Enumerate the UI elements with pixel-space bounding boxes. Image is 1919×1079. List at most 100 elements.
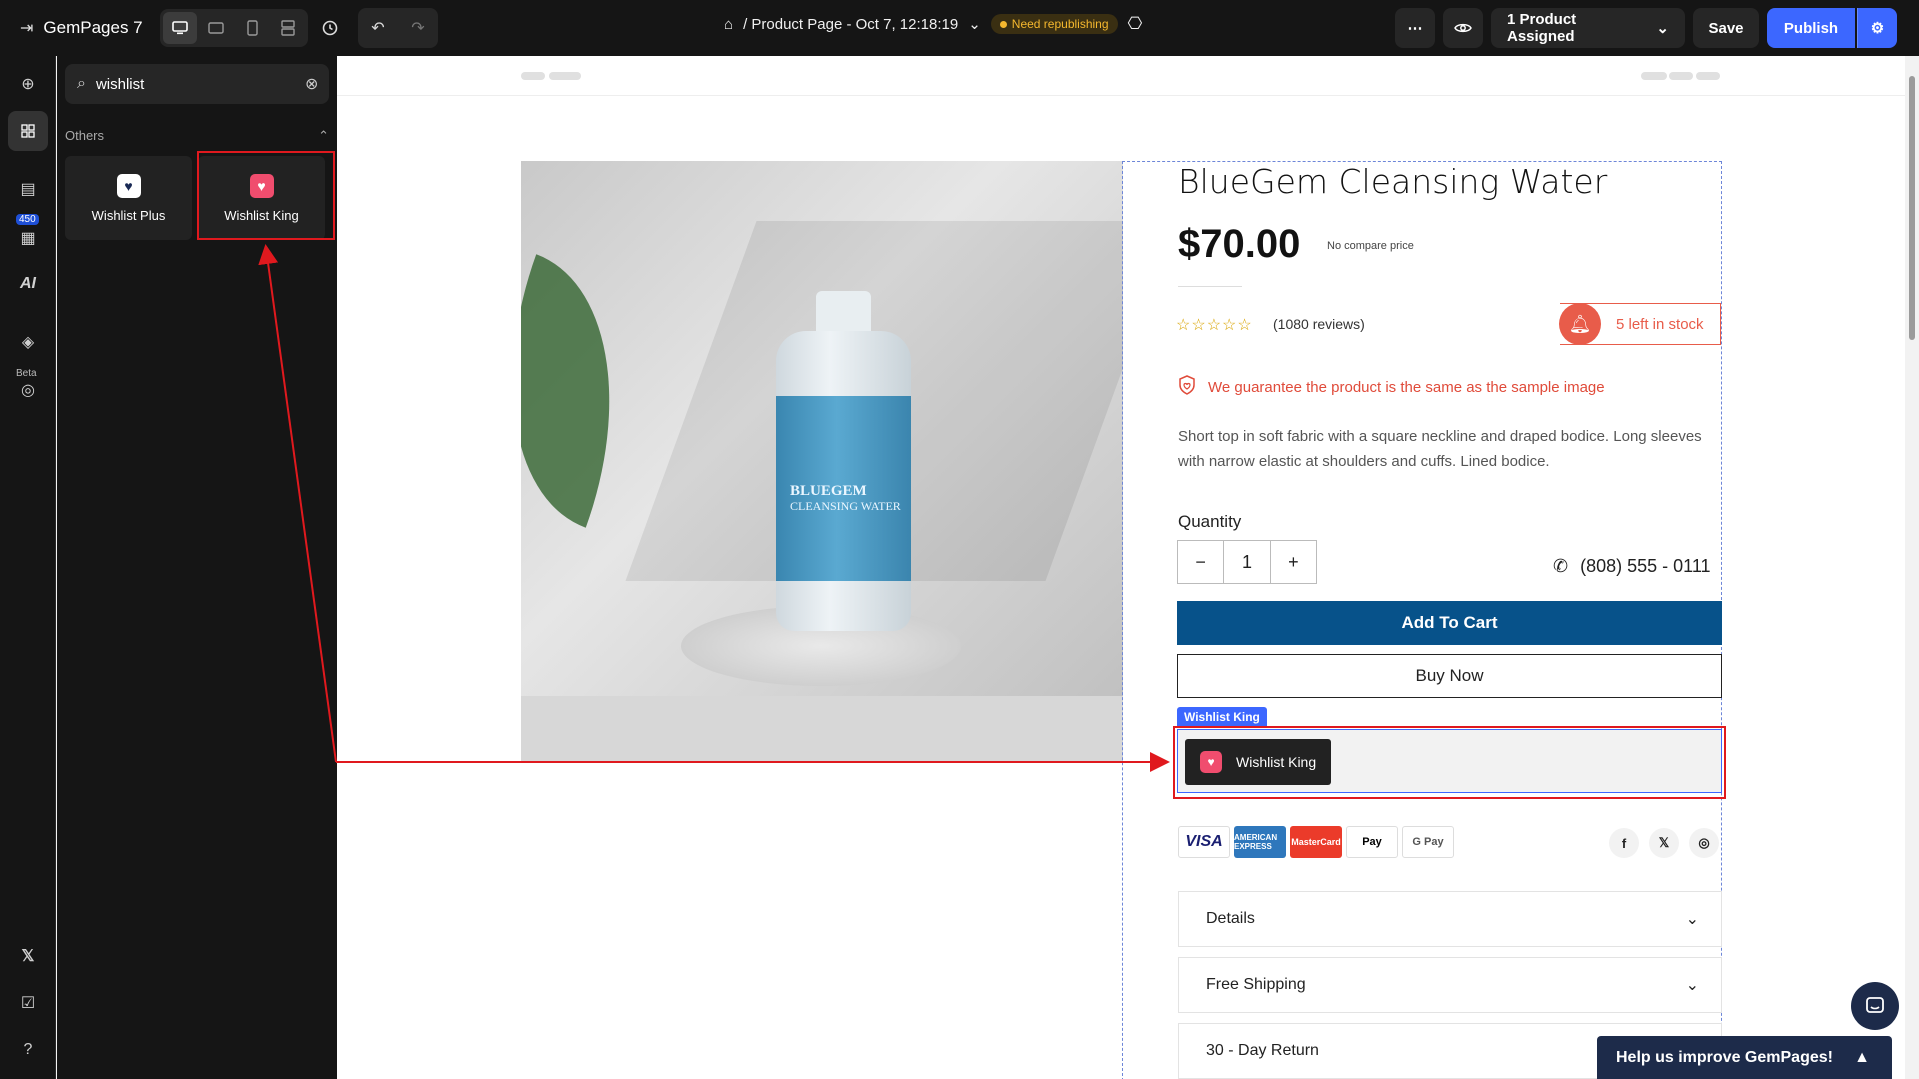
feedback-bar[interactable]: Help us improve GemPages! ▲ (1597, 1036, 1892, 1079)
publish-settings-gear-icon[interactable]: ⚙ (1857, 8, 1897, 48)
leaf-shape (521, 254, 668, 528)
page-title-area[interactable]: ⌂ / Product Page - Oct 7, 12:18:19 ⌄ Nee… (724, 14, 1142, 34)
redo-icon[interactable]: ↷ (398, 8, 438, 48)
accordion-title: 30 - Day Return (1206, 1042, 1319, 1059)
search-icon: ⌕ (77, 75, 86, 92)
mastercard-icon: MasterCard (1290, 826, 1342, 858)
x-icon[interactable]: 𝕏 (8, 936, 48, 976)
toolbar-actions: ⋯ 1 Product Assigned ⌄ Save Publish ⚙ (1395, 8, 1919, 48)
search-input[interactable] (95, 75, 295, 93)
help-icon[interactable]: ? (8, 1030, 48, 1070)
product-assigned-dropdown[interactable]: 1 Product Assigned ⌄ (1491, 8, 1685, 48)
ai-icon[interactable]: AI (8, 264, 48, 304)
floor-shape (521, 696, 1123, 761)
accordion-free-shipping[interactable]: Free Shipping ⌄ (1178, 957, 1722, 1013)
tablet-landscape-icon[interactable] (199, 12, 233, 44)
add-element-icon[interactable]: ⊕ (8, 64, 48, 104)
chevron-down-icon: ⌄ (1685, 911, 1699, 928)
layers-icon[interactable]: ◈ (8, 322, 48, 362)
bell-icon: 🔔︎ (1559, 303, 1601, 345)
add-to-cart-button[interactable]: Add To Cart (1177, 601, 1722, 645)
left-rail: ⊕ ▤ 450 ▦ AI ◈ Beta ◎ 𝕏 ☑ ? (0, 56, 56, 1079)
breadcrumb-pill (549, 72, 581, 80)
chat-launcher-icon[interactable] (1851, 982, 1899, 1030)
phone-number: (808) 555 - 0111 (1580, 556, 1711, 576)
buy-now-button[interactable]: Buy Now (1177, 654, 1722, 698)
checklist-icon[interactable]: ☑ (8, 983, 48, 1023)
bottle-shape: BLUEGEM CLEANSING WATER (776, 331, 911, 631)
shield-icon (1178, 375, 1196, 399)
heart-icon: ♥ (116, 173, 141, 198)
increase-button[interactable]: + (1271, 541, 1316, 583)
instagram-icon[interactable]: ◎ (1689, 828, 1719, 858)
undo-icon[interactable]: ↶ (358, 8, 398, 48)
selected-element-tag: Wishlist King (1177, 707, 1267, 727)
header-divider (337, 95, 1905, 96)
exit-icon[interactable]: ⇥ (20, 18, 33, 38)
stock-counter: 🔔︎ 5 left in stock (1559, 303, 1721, 345)
google-pay-icon: G Pay (1402, 826, 1454, 858)
undo-redo-group: ↶ ↷ (358, 8, 438, 48)
divider (1178, 286, 1242, 287)
preview-eye-icon[interactable] (1443, 8, 1483, 48)
desktop-icon[interactable] (163, 12, 197, 44)
app-logo[interactable]: ⇥ GemPages 7 (0, 18, 156, 38)
product-description: Short top in soft fabric with a square n… (1178, 428, 1702, 470)
quantity-value[interactable]: 1 (1224, 541, 1271, 583)
top-bar: ⇥ GemPages 7 ↶ ↷ ⌂ / Product Page - Oct … (0, 0, 1919, 56)
nav-pill (1696, 72, 1720, 80)
page-title[interactable]: / Product Page - Oct 7, 12:18:19 (743, 16, 958, 33)
nav-pill (1669, 72, 1693, 80)
elements-grid-icon[interactable] (8, 111, 48, 151)
product-price[interactable]: $70.00 (1178, 222, 1300, 267)
bottle-label: BLUEGEM CLEANSING WATER (776, 396, 911, 581)
chevron-down-icon: ⌄ (1656, 20, 1669, 37)
scrollbar-thumb[interactable] (1909, 76, 1915, 340)
clear-search-icon[interactable]: ⊗ (305, 74, 318, 94)
element-wishlist-plus[interactable]: ♥ Wishlist Plus (65, 156, 192, 240)
guarantee-text: We guarantee the product is the same as … (1208, 378, 1605, 396)
more-options-button[interactable]: ⋯ (1395, 8, 1435, 48)
guarantee-row: We guarantee the product is the same as … (1178, 375, 1605, 399)
breadcrumb-pill (521, 72, 545, 80)
payment-icons: VISA AMERICAN EXPRESS MasterCard Pay G P… (1178, 826, 1454, 858)
apple-pay-icon: Pay (1346, 826, 1398, 858)
publish-button[interactable]: Publish (1767, 8, 1855, 48)
element-label: Wishlist Plus (91, 207, 166, 223)
pages-icon[interactable]: ▤ (8, 169, 48, 209)
social-icons: f 𝕏 ◎ (1609, 828, 1719, 858)
chevron-up-icon[interactable]: ⌃ (318, 128, 329, 144)
phone-row: ✆ (808) 555 - 0111 (1553, 556, 1711, 577)
ai-brain-icon[interactable]: ⎔ (1128, 14, 1143, 34)
feedback-text: Help us improve GemPages! (1616, 1048, 1833, 1066)
history-icon[interactable] (312, 10, 348, 46)
app-name: GemPages 7 (43, 18, 143, 37)
status-badge: Need republishing (990, 14, 1118, 34)
twitter-icon[interactable]: 𝕏 (1649, 828, 1679, 858)
mobile-icon[interactable] (235, 12, 269, 44)
save-button[interactable]: Save (1693, 8, 1759, 48)
theme-settings-icon[interactable]: ◎ (8, 370, 48, 410)
highlight-box (1173, 726, 1726, 799)
search-box: ⌕ ⊗ (65, 64, 329, 104)
amex-icon: AMERICAN EXPRESS (1234, 826, 1286, 858)
quantity-stepper: − 1 + (1177, 540, 1317, 584)
decrease-button[interactable]: − (1178, 541, 1225, 583)
library-icon[interactable]: ▦ (8, 218, 48, 258)
star-rating: ☆☆☆☆☆ (1176, 317, 1253, 334)
facebook-icon[interactable]: f (1609, 828, 1639, 858)
nav-pill (1641, 72, 1667, 80)
highlight-box (197, 151, 335, 240)
product-title[interactable]: BlueGem Cleansing Water (1178, 162, 1607, 201)
canvas-scrollbar[interactable] (1905, 56, 1919, 1079)
chevron-down-icon[interactable]: ⌄ (968, 15, 981, 33)
chevron-down-icon: ⌄ (1685, 977, 1699, 994)
compare-price-note: No compare price (1327, 240, 1414, 252)
layout-icon[interactable] (271, 12, 305, 44)
review-count: (1080 reviews) (1273, 316, 1365, 332)
accordion-details[interactable]: Details ⌄ (1178, 891, 1722, 947)
tag-icon: ⌂ (724, 15, 734, 33)
category-header[interactable]: Others ⌃ (65, 128, 329, 144)
product-image[interactable]: BLUEGEM CLEANSING WATER (521, 161, 1123, 761)
chevron-up-icon[interactable]: ▲ (1854, 1049, 1870, 1067)
